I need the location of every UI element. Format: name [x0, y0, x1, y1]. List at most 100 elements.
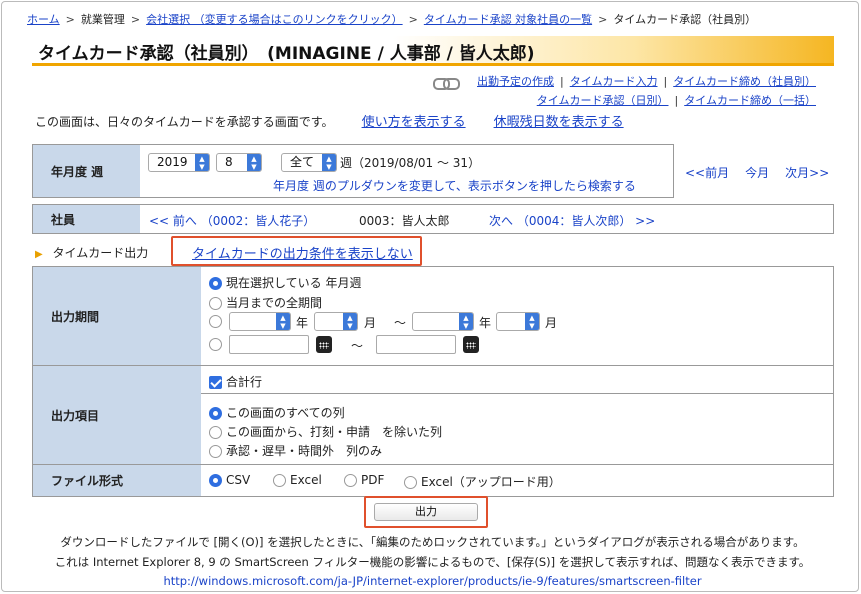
radio-icon — [209, 445, 222, 458]
triangle-bullet-icon: ▶ — [35, 249, 43, 260]
month-unit: 月 — [364, 316, 377, 330]
current-employee: 0003：皆人太郎 — [359, 214, 450, 228]
smartscreen-url-link[interactable]: http://windows.microsoft.com/ja-JP/inter… — [2, 574, 861, 588]
breadcrumb-home[interactable]: ホーム — [27, 13, 60, 26]
breadcrumb-separator: > — [408, 13, 418, 26]
total-row-checkbox[interactable]: 合計行 — [209, 373, 262, 390]
week-select[interactable]: 全て ▲ ▼ — [281, 153, 337, 172]
this-month-link[interactable]: 今月 — [745, 166, 769, 180]
period-hint: 年月度 週のプルダウンを変更して、表示ボタンを押したら検索する — [273, 179, 636, 193]
intro-text: この画面は、日々のタイムカードを承認する画面です。 — [35, 115, 334, 129]
calendar-icon[interactable] — [463, 336, 479, 353]
output-section-header: ▶ タイムカード出力 — [35, 244, 148, 261]
period-nav: <<前月 今月 次月>> — [685, 164, 829, 181]
output-conditions-table: 出力期間 現在選択している 年月週 当月までの全期間 ▲ ▼ 年 ▲ ▼ 月 〜 ▲… — [32, 266, 834, 497]
link-close-bulk[interactable]: タイムカード締め（一括） — [684, 94, 816, 107]
breadcrumb-separator: > — [65, 13, 75, 26]
breadcrumb-approval-list[interactable]: タイムカード承認 対象社員の一覧 — [424, 13, 592, 26]
date-from-input[interactable] — [229, 335, 309, 354]
link-approval-daily[interactable]: タイムカード承認（日別） — [537, 94, 669, 107]
row-divider — [201, 393, 833, 394]
radio-icon — [344, 474, 357, 487]
page-title: タイムカード承認（社員別） (MINAGINE / 人事部 / 皆人太郎) — [38, 44, 535, 64]
items-option-exclude[interactable]: この画面から、打刻・申請 を除いた列 — [209, 423, 442, 440]
month-unit: 月 — [545, 316, 558, 330]
prev-employee-link[interactable]: << 前へ （0002：皆人花子） — [149, 212, 315, 229]
period-box: 年月度 週 2019 ▲ ▼ 8 ▲ ▼ 全て ▲ ▼ 週（2019/08/01 〜 31）… — [32, 144, 674, 198]
select-arrow-icon: ▲ ▼ — [322, 154, 336, 171]
calendar-icon[interactable] — [316, 336, 332, 353]
breadcrumb-separator: > — [130, 13, 141, 26]
breadcrumb: ホーム > 就業管理 > 会社選択 （変更する場合はこのリンクをクリック） > タイムカード… — [27, 11, 756, 27]
week-range-text: 週（2019/08/01 〜 31） — [340, 156, 481, 170]
period-option-current[interactable]: 現在選択している 年月週 — [209, 274, 361, 291]
footer-note-1: ダウンロードしたファイルで [開く(O)] を選択したときに、「編集のためロック… — [60, 535, 805, 549]
output-period-label: 出力期間 — [33, 267, 201, 365]
radio-selected-icon — [209, 474, 222, 487]
radio-icon — [209, 297, 222, 310]
radio-selected-icon — [209, 277, 222, 290]
select-arrow-icon: ▲ ▼ — [459, 313, 473, 330]
period-option-date-range[interactable] — [209, 337, 226, 351]
breadcrumb-company[interactable]: 会社選択 （変更する場合はこのリンクをクリック） — [146, 13, 403, 26]
employee-label: 社員 — [33, 205, 140, 233]
items-option-all[interactable]: この画面のすべての列 — [209, 404, 345, 421]
month-select[interactable]: 8 ▲ ▼ — [216, 153, 262, 172]
select-arrow-icon: ▲ ▼ — [195, 154, 209, 171]
range-to-month-select[interactable]: ▲ ▼ — [496, 312, 540, 331]
select-arrow-icon: ▲ ▼ — [525, 313, 539, 330]
highlight-output-button — [364, 496, 488, 528]
date-to-input[interactable] — [376, 335, 456, 354]
link-schedule-create[interactable]: 出勤予定の作成 — [477, 75, 554, 88]
year-unit: 年 — [296, 316, 309, 330]
next-employee-link[interactable]: 次へ （0004：皆人次郎） >> — [489, 212, 655, 229]
range-from-month-select[interactable]: ▲ ▼ — [314, 312, 358, 331]
link-separator: | — [674, 94, 679, 107]
period-option-all[interactable]: 当月までの全期間 — [209, 294, 322, 311]
format-option-csv[interactable]: CSV — [209, 473, 250, 487]
page-frame: ホーム > 就業管理 > 会社選択 （変更する場合はこのリンクをクリック） > タイムカード… — [1, 1, 859, 592]
year-unit: 年 — [479, 316, 492, 330]
radio-icon — [209, 426, 222, 439]
file-format-label: ファイル形式 — [33, 465, 201, 496]
radio-icon — [209, 315, 222, 328]
format-option-excel-upload[interactable]: Excel（アップロード用） — [404, 473, 561, 490]
select-arrow-icon: ▲ ▼ — [276, 313, 290, 330]
range-separator: 〜 — [394, 316, 407, 330]
range-to-year-select[interactable]: ▲ ▼ — [412, 312, 474, 331]
period-option-range[interactable] — [209, 314, 226, 328]
radio-icon — [209, 338, 222, 351]
prev-month-link[interactable]: <<前月 — [685, 166, 729, 180]
range-from-year-select[interactable]: ▲ ▼ — [229, 312, 291, 331]
year-select[interactable]: 2019 ▲ ▼ — [148, 153, 210, 172]
title-banner: タイムカード承認（社員別） (MINAGINE / 人事部 / 皆人太郎) — [32, 36, 834, 66]
employee-box: 社員 << 前へ （0002：皆人花子） 0003：皆人太郎 次へ （0004：… — [32, 204, 834, 234]
items-option-approval[interactable]: 承認・遅早・時間外 列のみ — [209, 442, 382, 459]
how-to-link[interactable]: 使い方を表示する — [362, 115, 466, 130]
output-items-label: 出力項目 — [33, 366, 201, 464]
intro-line: この画面は、日々のタイムカードを承認する画面です。 使い方を表示する 休暇残日数を表… — [35, 111, 624, 130]
breadcrumb-work: 就業管理 — [80, 13, 125, 26]
breadcrumb-current: タイムカード承認（社員別） — [613, 13, 757, 26]
output-section-label: タイムカード出力 — [52, 246, 149, 260]
highlight-toggle-link — [171, 236, 422, 266]
footer-note-2: これは Internet Explorer 8, 9 の SmartScreen… — [54, 555, 811, 569]
format-option-pdf[interactable]: PDF — [344, 473, 384, 487]
checkbox-checked-icon — [209, 376, 222, 389]
select-arrow-icon: ▲ ▼ — [343, 313, 357, 330]
link-chain-icon — [433, 77, 460, 90]
range-separator: 〜 — [351, 339, 364, 353]
select-arrow-icon: ▲ ▼ — [247, 154, 261, 171]
leave-balance-link[interactable]: 休暇残日数を表示する — [494, 115, 624, 130]
period-label: 年月度 週 — [33, 145, 140, 197]
radio-icon — [273, 474, 286, 487]
format-option-excel[interactable]: Excel — [273, 473, 322, 487]
link-separator: | — [560, 75, 564, 88]
next-month-link[interactable]: 次月>> — [785, 166, 829, 180]
breadcrumb-separator: > — [598, 13, 608, 26]
radio-selected-icon — [209, 407, 222, 420]
radio-icon — [404, 476, 417, 489]
link-close-by-employee[interactable]: タイムカード締め（社員別） — [673, 75, 816, 88]
top-links: 出勤予定の作成 | タイムカード入力 | タイムカード締め（社員別） タイムカード承認（… — [433, 72, 816, 110]
link-timecard-input[interactable]: タイムカード入力 — [570, 75, 658, 88]
